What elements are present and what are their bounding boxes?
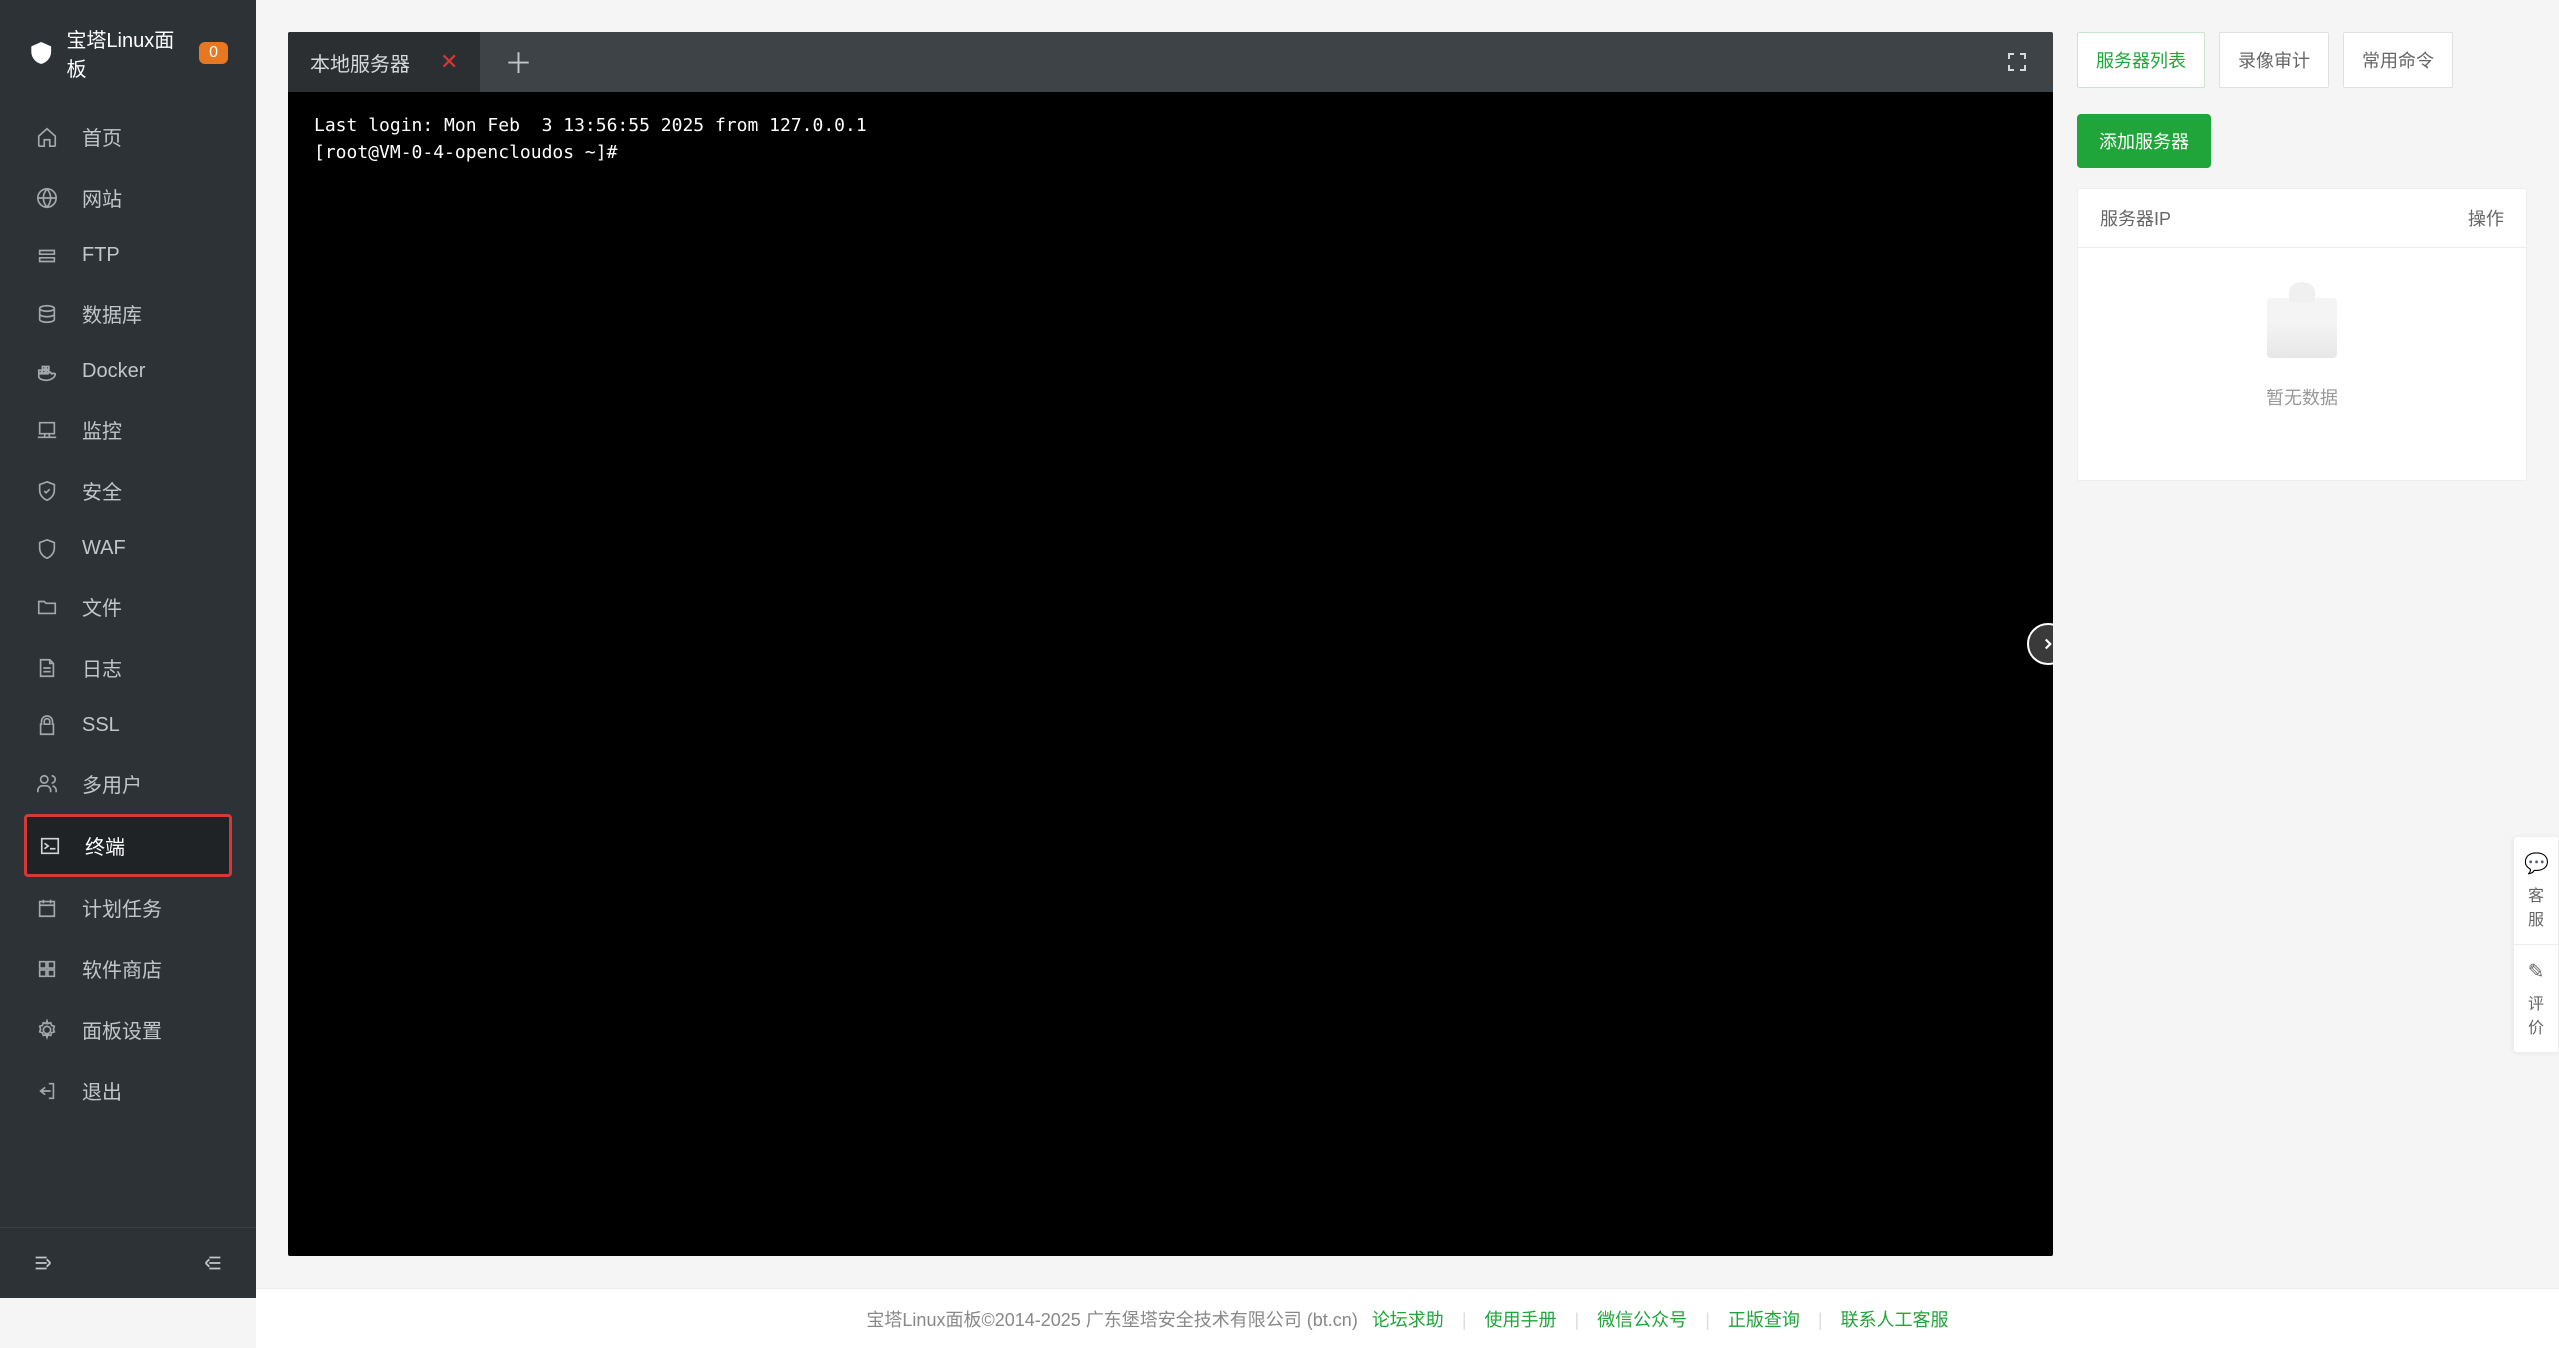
sidebar-item-label: Docker	[82, 360, 145, 383]
ftp-icon	[36, 245, 58, 267]
close-icon[interactable]: ✕	[440, 49, 458, 75]
terminal-panel: 本地服务器 ✕ ＋ Last login: Mon Feb 3 13:56:55…	[288, 32, 2053, 1256]
sidebar-item-label: 安全	[82, 476, 122, 505]
footer-link-4[interactable]: 联系人工客服	[1841, 1310, 1949, 1330]
footer-link-3[interactable]: 正版查询	[1728, 1310, 1800, 1330]
collapse-right-icon[interactable]	[202, 1252, 224, 1274]
col-action: 操作	[2468, 205, 2504, 231]
waf-icon	[36, 538, 58, 560]
chat-icon: 💬	[2524, 851, 2548, 876]
sidebar-item-exit[interactable]: 退出	[0, 1060, 256, 1121]
fullscreen-button[interactable]	[1981, 50, 2053, 74]
terminal-tab-local[interactable]: 本地服务器 ✕	[288, 32, 480, 92]
sidebar-item-waf[interactable]: WAF	[0, 521, 256, 576]
sidebar-item-monitor[interactable]: 监控	[0, 399, 256, 460]
sidebar-item-home[interactable]: 首页	[0, 106, 256, 167]
sidebar-item-label: 面板设置	[82, 1015, 162, 1044]
app-title: 宝塔Linux面板	[66, 24, 187, 82]
feedback-button[interactable]: ✎ 评价	[2514, 944, 2558, 1052]
exit-icon	[36, 1080, 58, 1102]
sidebar-nav: 首页网站 FTP 数据库 Docker 监控安全 WAF 文件日志 SSL 多用户终端计划任务软…	[0, 106, 256, 1227]
sidebar-item-terminal[interactable]: 终端	[24, 814, 232, 877]
panel-tabs: 服务器列表录像审计常用命令	[2077, 32, 2527, 88]
terminal-tab-bar: 本地服务器 ✕ ＋	[288, 32, 2053, 92]
edit-icon: ✎	[2524, 959, 2548, 984]
add-tab-button[interactable]: ＋	[480, 42, 556, 82]
server-table-head: 服务器IP 操作	[2078, 189, 2526, 248]
footer-link-1[interactable]: 使用手册	[1485, 1310, 1557, 1330]
float-actions: 💬 客服 ✎ 评价	[2513, 836, 2559, 1053]
side-panel: 服务器列表录像审计常用命令 添加服务器 服务器IP 操作 暂无数据	[2077, 32, 2527, 1256]
sidebar-item-gear[interactable]: 面板设置	[0, 999, 256, 1060]
sidebar-item-label: 退出	[82, 1076, 122, 1105]
terminal-tab-label: 本地服务器	[310, 48, 410, 77]
empty-state-text: 暂无数据	[2078, 384, 2526, 410]
sidebar-item-label: 数据库	[82, 299, 142, 328]
footer-copyright: 宝塔Linux面板©2014-2025 广东堡塔安全技术有限公司 (bt.cn)	[866, 1306, 1357, 1332]
footer: 宝塔Linux面板©2014-2025 广东堡塔安全技术有限公司 (bt.cn)…	[256, 1288, 2559, 1348]
sidebar-item-ftp[interactable]: FTP	[0, 228, 256, 283]
server-table: 服务器IP 操作 暂无数据	[2077, 188, 2527, 481]
sidebar-item-label: 首页	[82, 122, 122, 151]
sidebar-item-label: 计划任务	[82, 893, 162, 922]
sidebar-item-folder[interactable]: 文件	[0, 576, 256, 637]
col-ip: 服务器IP	[2100, 205, 2171, 231]
sidebar-item-label: FTP	[82, 244, 120, 267]
sidebar-item-users[interactable]: 多用户	[0, 753, 256, 814]
ssl-icon	[36, 715, 58, 737]
terminal-output[interactable]: Last login: Mon Feb 3 13:56:55 2025 from…	[288, 92, 2053, 1256]
add-server-button[interactable]: 添加服务器	[2077, 114, 2211, 168]
sidebar-item-ssl[interactable]: SSL	[0, 698, 256, 753]
sidebar-item-docker[interactable]: Docker	[0, 344, 256, 399]
sidebar-item-label: WAF	[82, 537, 126, 560]
monitor-icon	[36, 419, 58, 441]
database-icon	[36, 303, 58, 325]
sidebar-item-calendar[interactable]: 计划任务	[0, 877, 256, 938]
sidebar-item-label: 终端	[85, 831, 125, 860]
sidebar: 宝塔Linux面板 0 首页网站 FTP 数据库 Docker 监控安全 WAF 文件日志 S…	[0, 0, 256, 1298]
sidebar-item-label: 多用户	[82, 769, 142, 798]
logo-icon	[28, 39, 54, 67]
fullscreen-icon	[2005, 50, 2029, 74]
folder-icon	[36, 596, 58, 618]
calendar-icon	[36, 897, 58, 919]
chevron-right-icon	[2039, 635, 2053, 653]
gear-icon	[36, 1019, 58, 1041]
sidebar-item-label: 文件	[82, 592, 122, 621]
globe-icon	[36, 187, 58, 209]
notification-badge[interactable]: 0	[199, 42, 228, 64]
sidebar-footer	[0, 1227, 256, 1298]
panel-tab-2[interactable]: 常用命令	[2343, 32, 2453, 88]
collapse-left-icon[interactable]	[32, 1252, 54, 1274]
panel-tab-1[interactable]: 录像审计	[2219, 32, 2329, 88]
sidebar-item-label: 软件商店	[82, 954, 162, 983]
sidebar-item-log[interactable]: 日志	[0, 637, 256, 698]
sidebar-item-globe[interactable]: 网站	[0, 167, 256, 228]
empty-state-icon	[2267, 298, 2337, 358]
apps-icon	[36, 958, 58, 980]
server-table-body: 暂无数据	[2078, 248, 2526, 480]
sidebar-item-apps[interactable]: 软件商店	[0, 938, 256, 999]
home-icon	[36, 126, 58, 148]
footer-link-2[interactable]: 微信公众号	[1597, 1310, 1687, 1330]
footer-link-0[interactable]: 论坛求助	[1372, 1310, 1444, 1330]
panel-tab-0[interactable]: 服务器列表	[2077, 32, 2205, 88]
terminal-icon	[39, 835, 61, 857]
shield-icon	[36, 480, 58, 502]
customer-service-button[interactable]: 💬 客服	[2514, 837, 2558, 944]
docker-icon	[36, 361, 58, 383]
sidebar-header: 宝塔Linux面板 0	[0, 0, 256, 106]
sidebar-item-label: 日志	[82, 653, 122, 682]
sidebar-item-database[interactable]: 数据库	[0, 283, 256, 344]
log-icon	[36, 657, 58, 679]
sidebar-item-label: 监控	[82, 415, 122, 444]
main-content: 本地服务器 ✕ ＋ Last login: Mon Feb 3 13:56:55…	[256, 0, 2559, 1288]
sidebar-item-label: SSL	[82, 714, 120, 737]
sidebar-item-label: 网站	[82, 183, 122, 212]
sidebar-item-shield[interactable]: 安全	[0, 460, 256, 521]
users-icon	[36, 773, 58, 795]
